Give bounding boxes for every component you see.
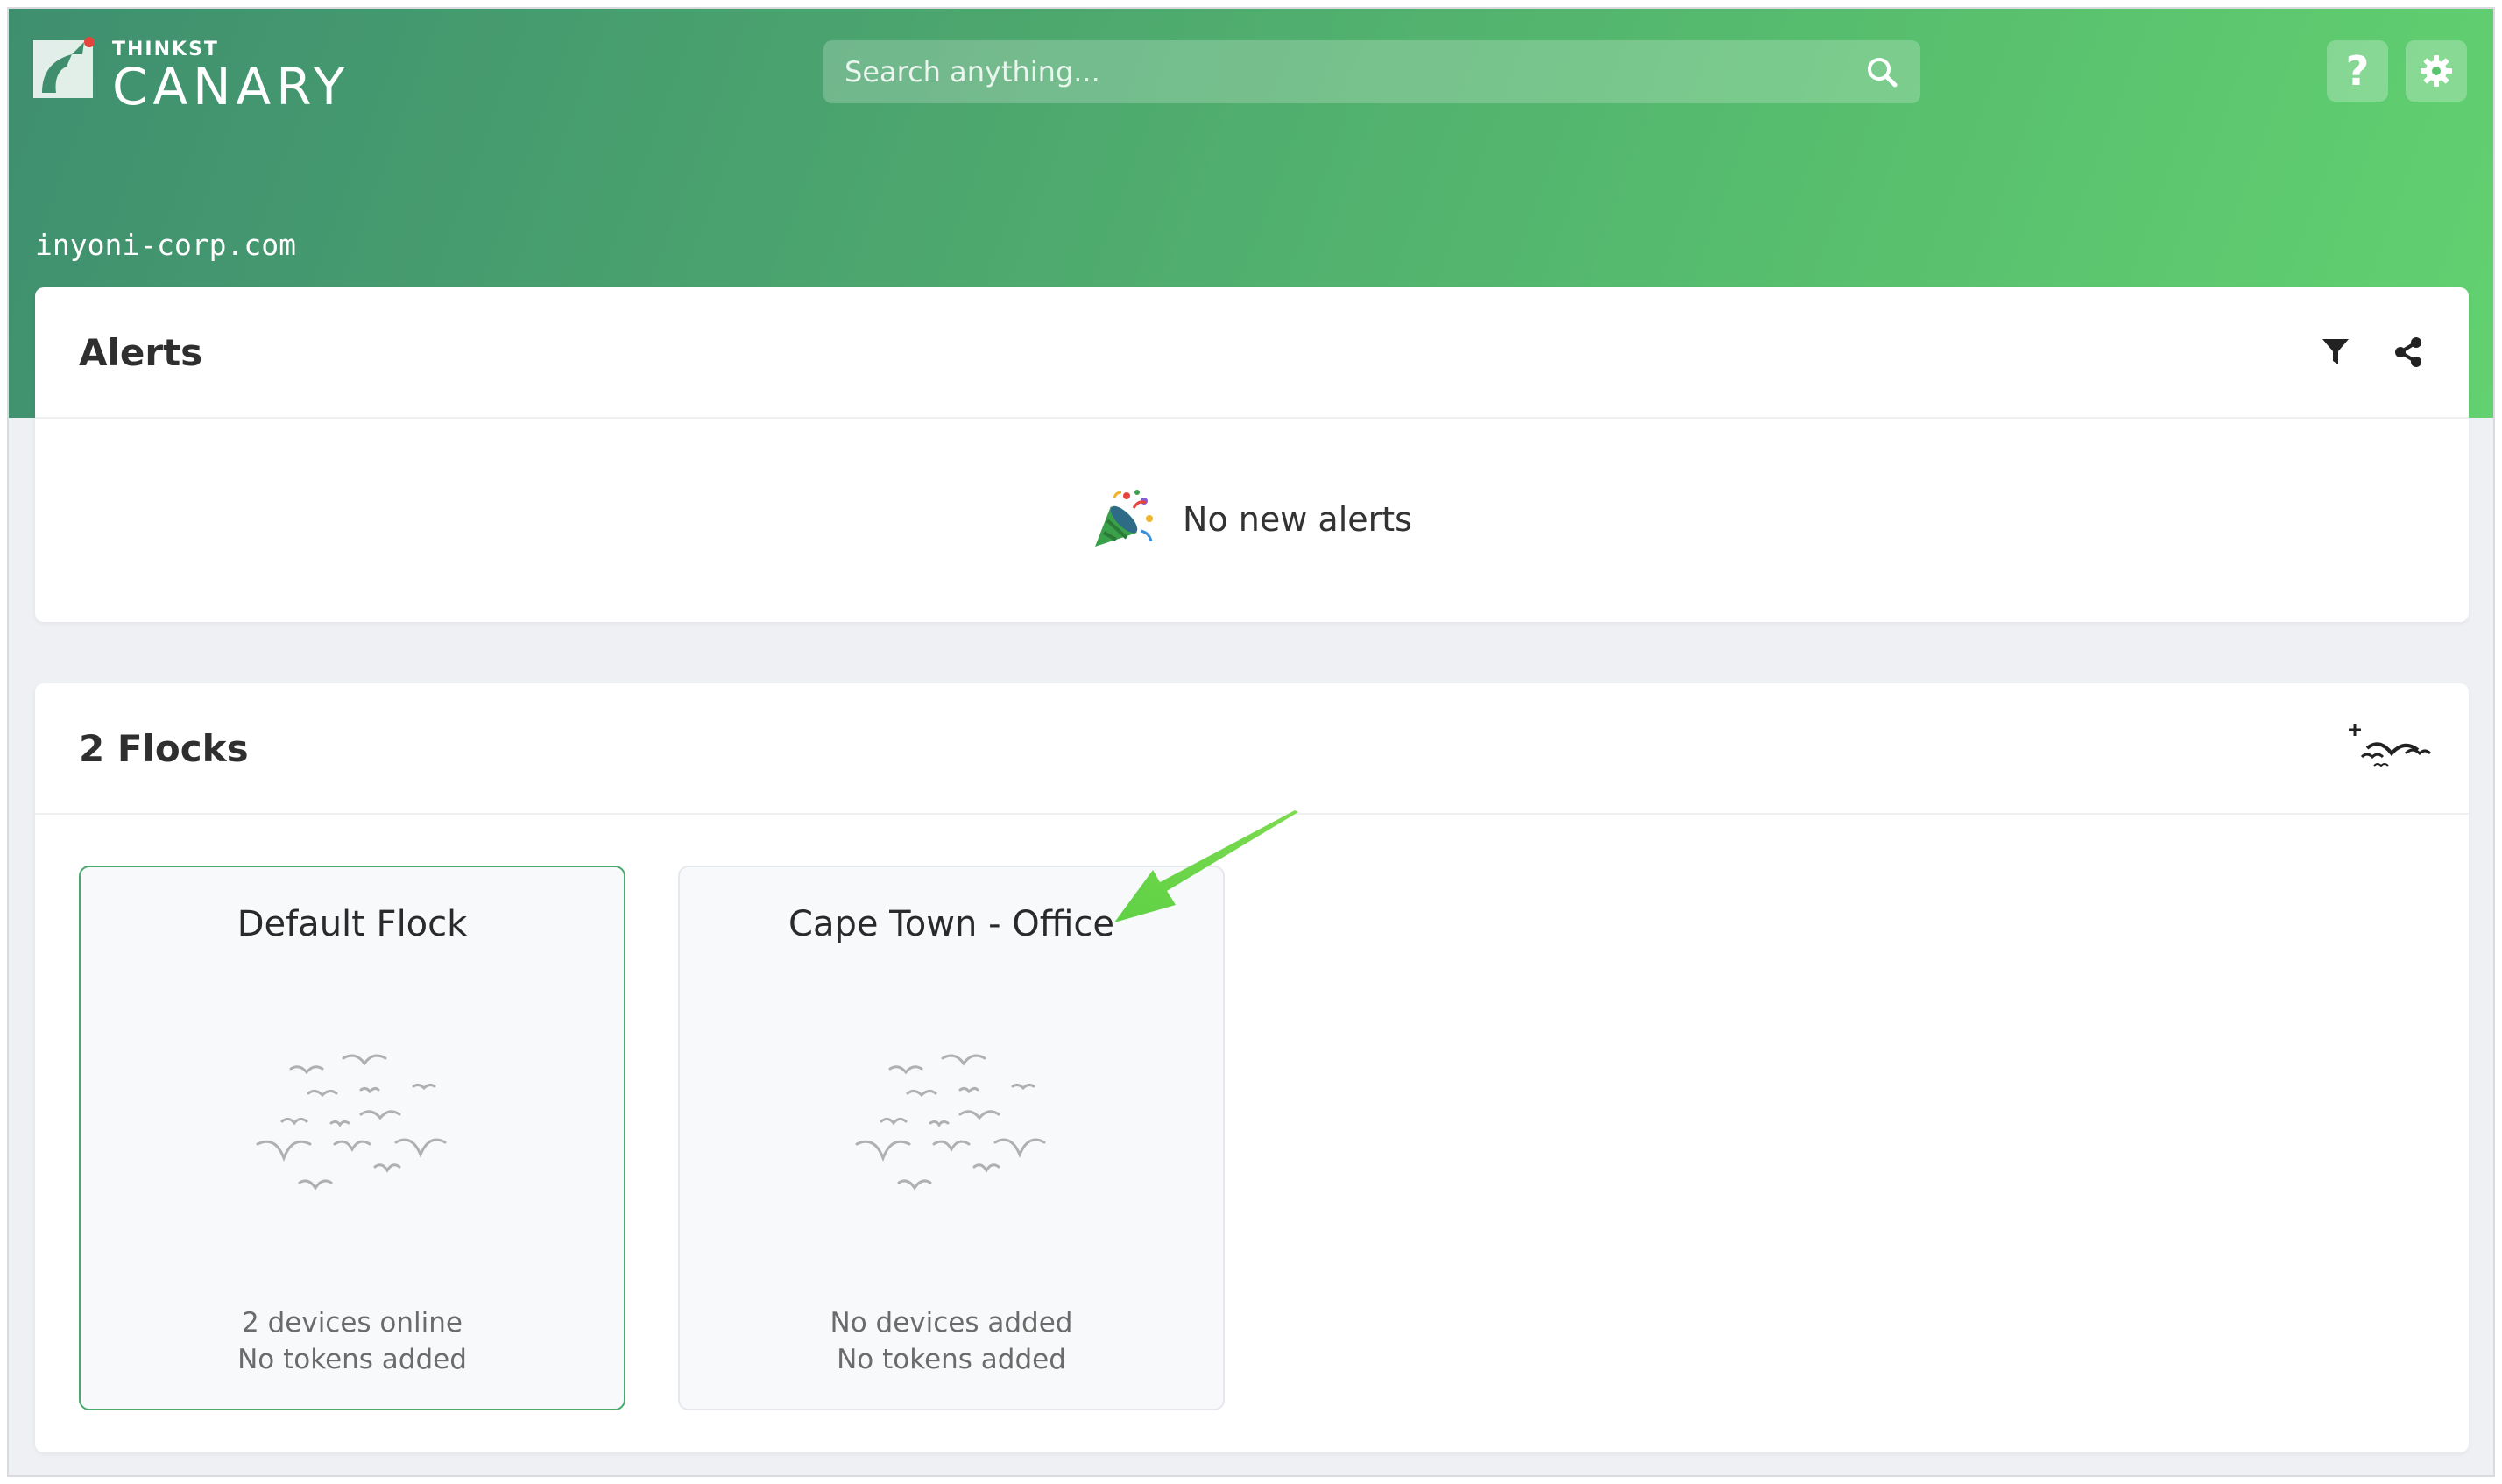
settings-button[interactable] [2406, 40, 2467, 102]
birds-icon [256, 1054, 447, 1191]
flock-devices-status: 2 devices online [242, 1307, 463, 1339]
party-popper-icon [1095, 490, 1154, 547]
annotation-arrow [1114, 810, 1298, 922]
alerts-header: Alerts [35, 287, 2469, 419]
alerts-body: No new alerts [35, 419, 2469, 620]
canary-logo-icon [33, 37, 95, 98]
search-input[interactable] [845, 55, 1864, 88]
flocks-header: 2 Flocks [35, 683, 2469, 815]
flock-tokens-status: No tokens added [837, 1344, 1066, 1375]
alerts-card: Alerts No new alerts [35, 287, 2469, 622]
flock-name: Default Flock [237, 904, 468, 944]
flock-devices-status: No devices added [830, 1307, 1073, 1339]
help-button[interactable]: ? [2327, 40, 2388, 102]
add-flock-icon[interactable] [2348, 722, 2432, 774]
search-bar [823, 40, 1920, 103]
app-window: THINKST CANARY ? [7, 7, 2495, 1477]
flock-tokens-status: No tokens added [237, 1344, 467, 1375]
gear-icon [2421, 55, 2452, 87]
flocks-card: 2 Flocks Default Flock 2 devices online … [35, 683, 2469, 1452]
flock-card-cape-town[interactable]: Cape Town - Office No devices added No t… [678, 866, 1225, 1410]
brand-big: CANARY [112, 57, 350, 117]
share-icon[interactable] [2393, 336, 2423, 368]
domain-label: inyoni-corp.com [35, 228, 297, 262]
filter-icon[interactable] [2322, 337, 2350, 367]
flock-card-default[interactable]: Default Flock 2 devices online No tokens… [79, 866, 626, 1410]
no-alerts-message: No new alerts [1183, 500, 1412, 539]
question-icon: ? [2345, 47, 2370, 95]
logo[interactable]: THINKST CANARY [33, 37, 350, 112]
alerts-title: Alerts [79, 330, 203, 374]
birds-icon [855, 1054, 1046, 1191]
flocks-title: 2 Flocks [79, 726, 249, 770]
search-icon[interactable] [1864, 54, 1899, 89]
